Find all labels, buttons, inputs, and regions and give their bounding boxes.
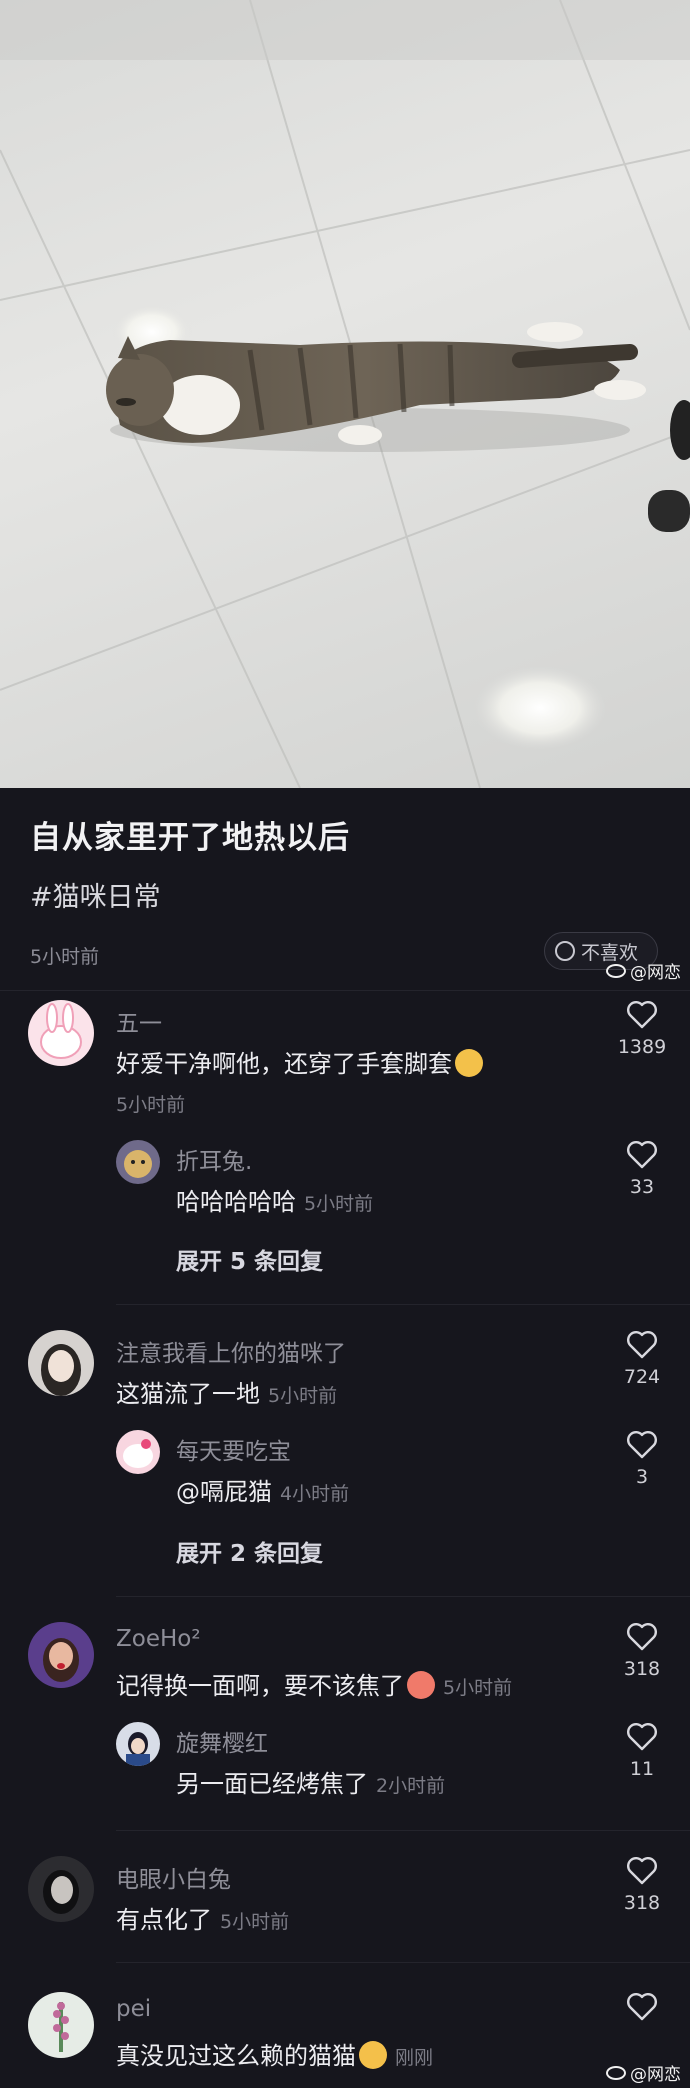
post-photo[interactable] bbox=[0, 0, 690, 788]
comment-username[interactable]: ZoeHo² bbox=[116, 1626, 201, 1652]
post-caption: 自从家里开了地热以后 #猫咪日常 bbox=[30, 812, 660, 914]
comment-text: 有点化了 5小时前 bbox=[116, 1900, 289, 1935]
reply-body: 另一面已经烤焦了 bbox=[176, 1770, 368, 1798]
post-title: 自从家里开了地热以后 bbox=[30, 820, 350, 856]
comment-body: 有点化了 bbox=[116, 1906, 212, 1934]
divider bbox=[0, 990, 690, 991]
heart-outline-icon bbox=[627, 1141, 657, 1169]
heart-outline-icon bbox=[627, 1001, 657, 1029]
like-button[interactable]: 1389 bbox=[612, 1000, 672, 1058]
avatar[interactable] bbox=[28, 1000, 94, 1066]
weibo-logo-icon bbox=[606, 963, 626, 978]
reply-body: 哈哈哈哈哈 bbox=[176, 1188, 296, 1216]
comment-time: 5小时前 bbox=[443, 1677, 513, 1699]
like-button[interactable]: 11 bbox=[612, 1722, 672, 1780]
reply-body: @嗝屁猫 bbox=[176, 1478, 272, 1506]
heart-outline-icon bbox=[627, 1623, 657, 1651]
divider bbox=[116, 1596, 690, 1597]
like-count: 3 bbox=[635, 1466, 649, 1488]
heart-outline-icon bbox=[627, 1993, 657, 2021]
like-count: 318 bbox=[623, 1892, 661, 1914]
like-button[interactable]: 318 bbox=[612, 1856, 672, 1914]
expand-replies-button[interactable]: 展开 2 条回复 bbox=[176, 1534, 323, 1568]
weibo-logo-icon bbox=[606, 2065, 626, 2080]
avatar[interactable] bbox=[28, 1992, 94, 2058]
comment-username[interactable]: pei bbox=[116, 1996, 151, 2022]
like-count: 1389 bbox=[617, 1036, 667, 1058]
reply-time: 5小时前 bbox=[304, 1193, 374, 1215]
reply-username[interactable]: 折耳兔. bbox=[176, 1142, 252, 1176]
avatar[interactable] bbox=[116, 1722, 160, 1766]
watermark-bottom: @网恋 bbox=[606, 2060, 681, 2085]
like-button[interactable]: 724 bbox=[612, 1330, 672, 1388]
comment-time: 5小时前 bbox=[268, 1385, 338, 1407]
like-count: 724 bbox=[623, 1366, 661, 1388]
divider bbox=[116, 1962, 690, 1963]
like-count: 11 bbox=[629, 1758, 655, 1780]
avatar[interactable] bbox=[28, 1622, 94, 1688]
like-count: 318 bbox=[623, 1658, 661, 1680]
comment-username[interactable]: 五一 bbox=[116, 1004, 162, 1038]
comment-body: 记得换一面啊，要不该焦了 bbox=[116, 1672, 404, 1700]
watermark-text: @网恋 bbox=[630, 963, 681, 983]
expand-replies-button[interactable]: 展开 5 条回复 bbox=[176, 1242, 323, 1276]
heart-outline-icon bbox=[627, 1723, 657, 1751]
like-button[interactable]: 3 bbox=[612, 1430, 672, 1488]
comment-time: 5小时前 bbox=[220, 1911, 290, 1933]
heart-outline-icon bbox=[627, 1331, 657, 1359]
reply-username[interactable]: 每天要吃宝 bbox=[176, 1432, 291, 1466]
sad-face-icon bbox=[555, 941, 575, 961]
heart-outline-icon bbox=[627, 1857, 657, 1885]
comment-body: 好爱干净啊他，还穿了手套脚套 bbox=[116, 1050, 452, 1078]
comment-username[interactable]: 注意我看上你的猫咪了 bbox=[116, 1334, 346, 1368]
avatar[interactable] bbox=[28, 1856, 94, 1922]
reply-text: 另一面已经烤焦了 2小时前 bbox=[176, 1764, 445, 1799]
post-meta: 5小时前 不喜欢 bbox=[0, 932, 690, 978]
comment-text: 这猫流了一地 5小时前 bbox=[116, 1374, 337, 1409]
watermark-text: @网恋 bbox=[630, 2065, 681, 2085]
reply-text: @嗝屁猫 4小时前 bbox=[176, 1472, 349, 1507]
like-count: 33 bbox=[629, 1176, 655, 1198]
divider bbox=[116, 1830, 690, 1831]
like-button[interactable] bbox=[612, 1992, 672, 2022]
comment-text: 好爱干净啊他，还穿了手套脚套 bbox=[116, 1044, 483, 1079]
comment-username[interactable]: 电眼小白兔 bbox=[116, 1860, 231, 1894]
comment-time: 5小时前 bbox=[116, 1094, 186, 1116]
reply-username[interactable]: 旋舞樱红 bbox=[176, 1724, 268, 1758]
comment-body: 这猫流了一地 bbox=[116, 1380, 260, 1408]
cat-on-floor-image bbox=[0, 0, 690, 788]
divider bbox=[116, 1304, 690, 1305]
comment-time: 刚刚 bbox=[395, 2047, 434, 2069]
crying-emoji-icon bbox=[407, 1671, 435, 1699]
like-button[interactable]: 318 bbox=[612, 1622, 672, 1680]
avatar[interactable] bbox=[116, 1430, 160, 1474]
reply-time: 2小时前 bbox=[376, 1775, 446, 1797]
reply-text: 哈哈哈哈哈 5小时前 bbox=[176, 1182, 373, 1217]
heart-outline-icon bbox=[627, 1431, 657, 1459]
avatar[interactable] bbox=[116, 1140, 160, 1184]
avatar[interactable] bbox=[28, 1330, 94, 1396]
like-button[interactable]: 33 bbox=[612, 1140, 672, 1198]
dog-emoji-icon bbox=[455, 1049, 483, 1077]
comment-body: 真没见过这么赖的猫猫 bbox=[116, 2042, 356, 2070]
watermark-top: @网恋 bbox=[606, 958, 681, 983]
laughing-crying-emoji-icon bbox=[359, 2041, 387, 2069]
post-time: 5小时前 bbox=[30, 946, 100, 968]
comment-text: 真没见过这么赖的猫猫 刚刚 bbox=[116, 2036, 433, 2071]
post-hashtag[interactable]: #猫咪日常 bbox=[30, 875, 660, 914]
reply-time: 4小时前 bbox=[280, 1483, 350, 1505]
comment-text: 记得换一面啊，要不该焦了 5小时前 bbox=[116, 1666, 512, 1701]
